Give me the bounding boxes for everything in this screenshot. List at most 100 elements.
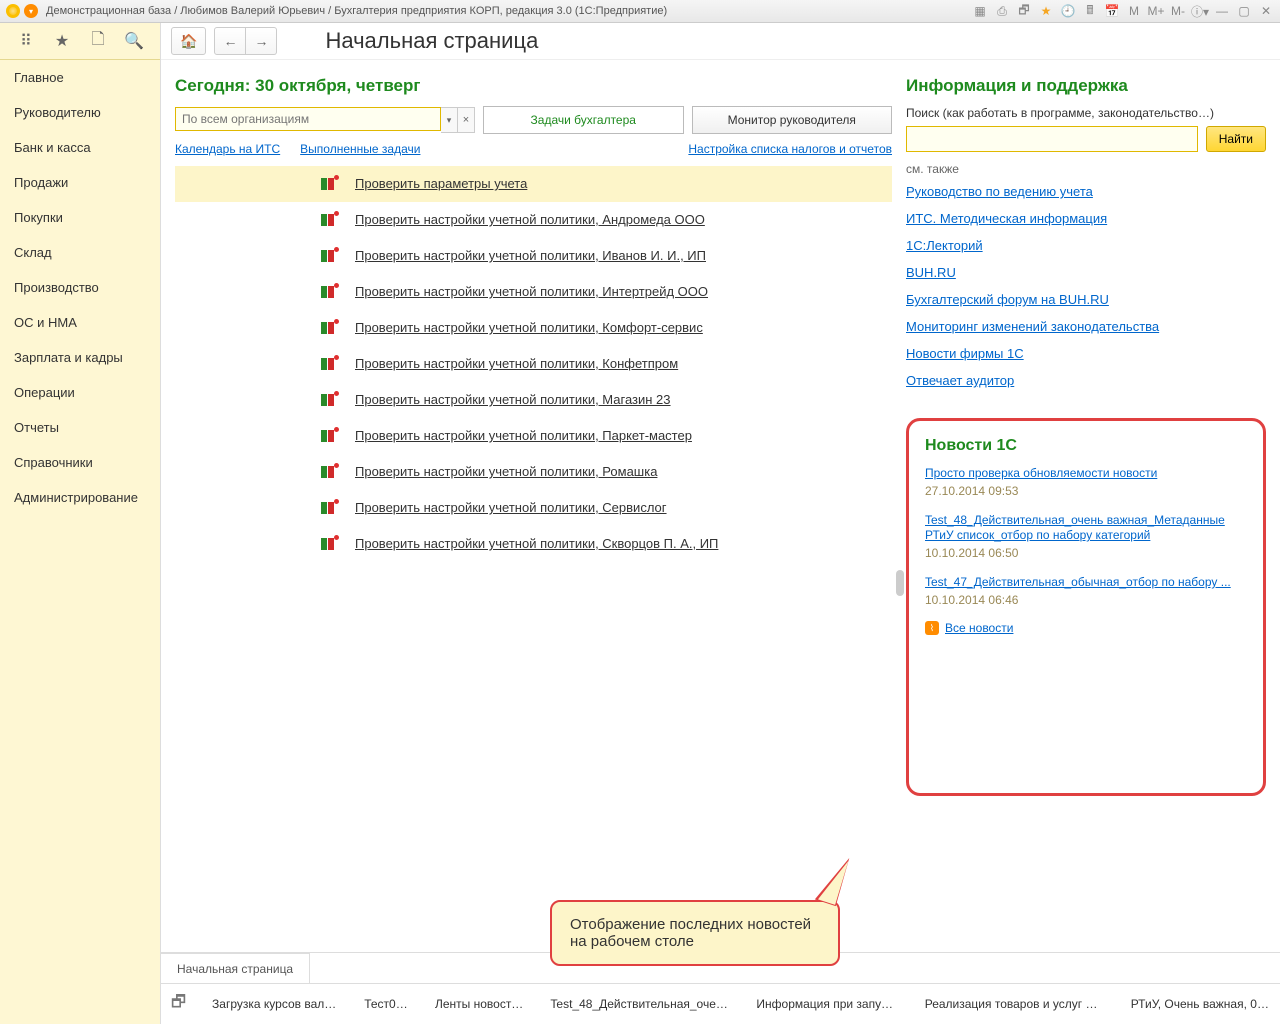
sidebar-item-0[interactable]: Главное	[0, 60, 160, 95]
link-calendar-its[interactable]: Календарь на ИТС	[175, 142, 280, 156]
task-link[interactable]: Проверить настройки учетной политики, Ан…	[355, 212, 705, 227]
task-status-icon	[321, 320, 337, 336]
tb-ico-1[interactable]: ▦	[972, 3, 988, 19]
star-icon[interactable]: ★	[52, 31, 72, 51]
task-status-icon	[321, 212, 337, 228]
tb-ico-3[interactable]: 🗗	[1016, 3, 1032, 19]
minimize-button[interactable]: —	[1214, 3, 1230, 19]
task-status-icon	[321, 284, 337, 300]
task-link[interactable]: Проверить настройки учетной политики, Ма…	[355, 392, 671, 407]
home-button[interactable]: 🏠	[171, 27, 206, 55]
favorite-icon[interactable]: ★	[1038, 3, 1054, 19]
org-clear-button[interactable]: ×	[458, 107, 475, 133]
support-link-2[interactable]: 1С:Лекторий	[906, 238, 1266, 253]
bottom-tab-start-page[interactable]: Начальная страница	[161, 953, 310, 984]
task-row: Проверить настройки учетной политики, Ск…	[175, 526, 892, 562]
support-link-3[interactable]: BUH.RU	[906, 265, 1266, 280]
task-link[interactable]: Проверить настройки учетной политики, Ко…	[355, 320, 703, 335]
support-link-4[interactable]: Бухгалтерский форум на BUH.RU	[906, 292, 1266, 307]
task-row: Проверить параметры учета	[175, 166, 892, 202]
link-completed-tasks[interactable]: Выполненные задачи	[300, 142, 420, 156]
main-column: Сегодня: 30 октября, четверг ▾ × Задачи …	[161, 60, 906, 952]
toolbar: 🏠 ← → Начальная страница	[161, 23, 1280, 60]
task-link[interactable]: Проверить настройки учетной политики, Ин…	[355, 284, 708, 299]
search-icon[interactable]: 🔍	[124, 31, 144, 51]
news-link[interactable]: Просто проверка обновляемости новости	[925, 466, 1157, 480]
org-dropdown-button[interactable]: ▾	[441, 107, 458, 133]
task-link[interactable]: Проверить настройки учетной политики, Ко…	[355, 356, 678, 371]
mplus-button[interactable]: M+	[1148, 3, 1164, 19]
calendar-icon[interactable]: 📅	[1104, 3, 1120, 19]
status-item[interactable]: Загрузка курсов валют	[212, 997, 338, 1011]
maximize-button[interactable]: ▢	[1236, 3, 1252, 19]
task-row: Проверить настройки учетной политики, Ив…	[175, 238, 892, 274]
task-link[interactable]: Проверить настройки учетной политики, Се…	[355, 500, 667, 515]
status-item[interactable]: Реализация товаров и услуг РО00-000009 о…	[925, 997, 1105, 1011]
news-link[interactable]: Test_48_Действительная_очень важная_Мета…	[925, 513, 1225, 542]
calculator-icon[interactable]: 🖩	[1082, 3, 1098, 19]
status-item[interactable]: Ленты новостей	[435, 997, 524, 1011]
sidebar-item-2[interactable]: Банк и касса	[0, 130, 160, 165]
sidebar-item-7[interactable]: ОС и НМА	[0, 305, 160, 340]
task-link[interactable]: Проверить настройки учетной политики, Ск…	[355, 536, 718, 551]
statusbar: 🗗 Загрузка курсов валют Тест002 Ленты но…	[161, 983, 1280, 1024]
history-icon[interactable]: 🕘	[1060, 3, 1076, 19]
support-link-5[interactable]: Мониторинг изменений законодательства	[906, 319, 1266, 334]
news-item: Test_47_Действительная_обычная_отбор по …	[925, 574, 1247, 607]
support-link-1[interactable]: ИТС. Методическая информация	[906, 211, 1266, 226]
titlebar: ▾ Демонстрационная база / Любимов Валери…	[0, 0, 1280, 23]
support-link-7[interactable]: Отвечает аудитор	[906, 373, 1266, 388]
support-search-input[interactable]	[906, 126, 1198, 152]
sidebar: ⠿ ★ 🗋 🔍 ГлавноеРуководителюБанк и кассаП…	[0, 23, 161, 1024]
task-row: Проверить настройки учетной политики, Ма…	[175, 382, 892, 418]
support-link-6[interactable]: Новости фирмы 1С	[906, 346, 1266, 361]
status-item[interactable]: РТиУ, Очень важная, 003	[1131, 997, 1270, 1011]
status-item[interactable]: Test_48_Действительная_очень важная_Мета…	[550, 997, 730, 1011]
task-status-icon	[321, 392, 337, 408]
status-icon[interactable]: 🗗	[171, 991, 186, 1018]
task-link[interactable]: Проверить параметры учета	[355, 176, 527, 191]
info-icon[interactable]: ⓘ▾	[1192, 3, 1208, 19]
task-row: Проверить настройки учетной политики, Ро…	[175, 454, 892, 490]
sidebar-item-1[interactable]: Руководителю	[0, 95, 160, 130]
sidebar-item-3[interactable]: Продажи	[0, 165, 160, 200]
task-link[interactable]: Проверить настройки учетной политики, Па…	[355, 428, 692, 443]
sidebar-item-4[interactable]: Покупки	[0, 200, 160, 235]
app-menu-dropdown[interactable]: ▾	[24, 4, 38, 18]
news-link[interactable]: Test_47_Действительная_обычная_отбор по …	[925, 575, 1231, 589]
sidebar-item-10[interactable]: Отчеты	[0, 410, 160, 445]
sidebar-item-12[interactable]: Администрирование	[0, 480, 160, 515]
nav-back-button[interactable]: ←	[214, 27, 246, 55]
scrollbar-thumb[interactable]	[896, 570, 904, 596]
sidebar-item-9[interactable]: Операции	[0, 375, 160, 410]
search-label: Поиск (как работать в программе, законод…	[906, 106, 1266, 120]
support-link-0[interactable]: Руководство по ведению учета	[906, 184, 1266, 199]
clipboard-icon[interactable]: 🗋	[88, 31, 108, 51]
org-filter-input[interactable]	[175, 107, 441, 131]
task-status-icon	[321, 536, 337, 552]
link-tax-report-settings[interactable]: Настройка списка налогов и отчетов	[688, 142, 892, 156]
mminus-button[interactable]: M-	[1170, 3, 1186, 19]
tb-ico-2[interactable]: ⎙	[994, 3, 1010, 19]
news-date: 27.10.2014 09:53	[925, 484, 1247, 498]
sidebar-item-11[interactable]: Справочники	[0, 445, 160, 480]
m-button[interactable]: M	[1126, 3, 1142, 19]
tab-manager-monitor[interactable]: Монитор руководителя	[692, 106, 893, 134]
nav-forward-button[interactable]: →	[246, 27, 277, 55]
today-header: Сегодня: 30 октября, четверг	[175, 76, 892, 96]
status-item[interactable]: Тест002	[364, 997, 409, 1011]
find-button[interactable]: Найти	[1206, 126, 1266, 152]
task-link[interactable]: Проверить настройки учетной политики, Ив…	[355, 248, 706, 263]
status-item[interactable]: Информация при запуске	[756, 997, 898, 1011]
app-icon	[6, 4, 20, 18]
all-news-link[interactable]: Все новости	[945, 621, 1013, 635]
task-link[interactable]: Проверить настройки учетной политики, Ро…	[355, 464, 657, 479]
close-button[interactable]: ✕	[1258, 3, 1274, 19]
sidebar-item-8[interactable]: Зарплата и кадры	[0, 340, 160, 375]
menu-grid-icon[interactable]: ⠿	[16, 31, 36, 51]
task-row: Проверить настройки учетной политики, Се…	[175, 490, 892, 526]
tab-accountant-tasks[interactable]: Задачи бухгалтера	[483, 106, 684, 134]
task-row: Проверить настройки учетной политики, Ко…	[175, 346, 892, 382]
sidebar-item-5[interactable]: Склад	[0, 235, 160, 270]
sidebar-item-6[interactable]: Производство	[0, 270, 160, 305]
